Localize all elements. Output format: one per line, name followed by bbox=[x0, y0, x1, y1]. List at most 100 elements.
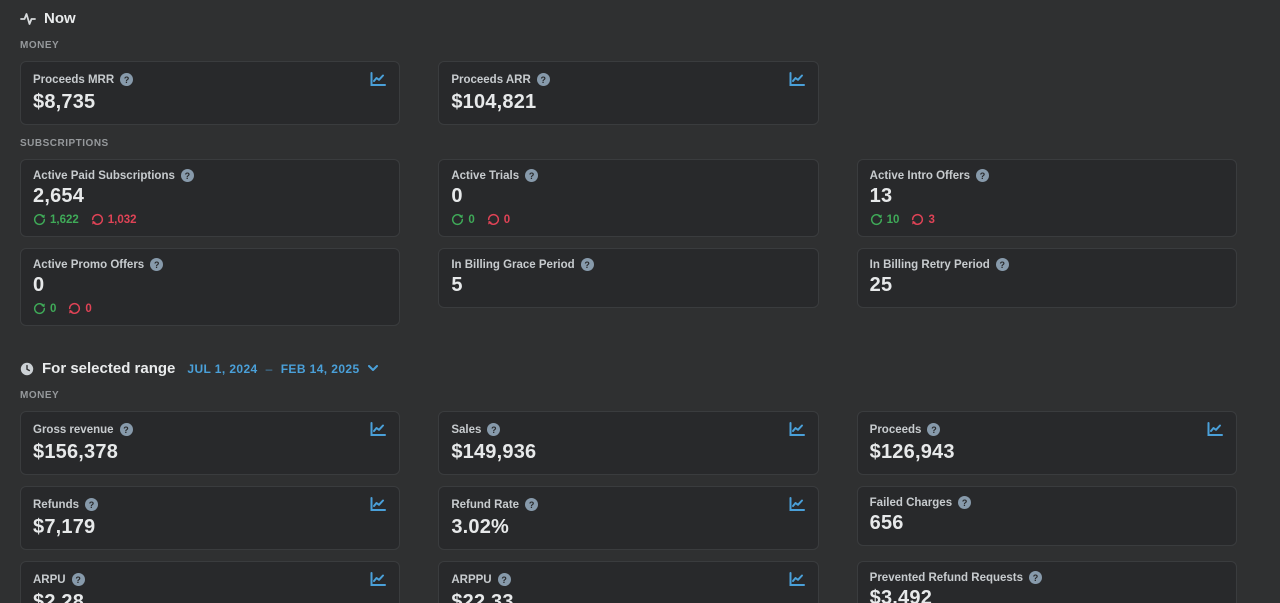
help-icon[interactable]: ? bbox=[181, 169, 194, 182]
help-icon[interactable]: ? bbox=[976, 169, 989, 182]
help-icon[interactable]: ? bbox=[958, 496, 971, 509]
help-icon[interactable]: ? bbox=[487, 423, 500, 436]
card-value: 0 bbox=[33, 274, 387, 297]
now-money-cards: Proceeds MRR ? $8,735 Proceeds ARR ? $10… bbox=[20, 61, 1237, 125]
section-label-subscriptions: SUBSCRIPTIONS bbox=[20, 138, 1237, 149]
range-section-title: For selected range bbox=[42, 360, 175, 377]
line-chart-icon bbox=[370, 422, 386, 437]
card-title: In Billing Grace Period bbox=[451, 259, 574, 271]
lost-icon bbox=[68, 302, 81, 315]
section-label-money-range: MONEY bbox=[20, 390, 1237, 401]
metric-card-active-paid-subscriptions[interactable]: Active Paid Subscriptions ? 2,654 1,622 … bbox=[20, 159, 400, 237]
help-icon[interactable]: ? bbox=[927, 423, 940, 436]
metric-card-prevented-refund-requests[interactable]: Prevented Refund Requests ? $3,492 bbox=[857, 561, 1237, 603]
substats: 1,622 1,032 bbox=[33, 213, 387, 226]
metric-card-refund-rate[interactable]: Refund Rate ? 3.02% bbox=[438, 486, 818, 550]
metric-card-refunds[interactable]: Refunds ? $7,179 bbox=[20, 486, 400, 550]
help-icon[interactable]: ? bbox=[581, 258, 594, 271]
card-value: $156,378 bbox=[33, 441, 387, 464]
line-chart-icon bbox=[789, 422, 805, 437]
card-title: Active Paid Subscriptions bbox=[33, 170, 175, 182]
now-section-title: Now bbox=[44, 10, 76, 27]
lost-stat: 3 bbox=[911, 213, 934, 226]
now-section-header: Now bbox=[20, 10, 1237, 27]
metric-card-arpu[interactable]: ARPU ? $2.28 bbox=[20, 561, 400, 603]
help-icon[interactable]: ? bbox=[120, 423, 133, 436]
help-icon[interactable]: ? bbox=[85, 498, 98, 511]
card-title: Refunds bbox=[33, 499, 79, 511]
card-value: $149,936 bbox=[451, 441, 805, 464]
date-range-selector[interactable]: JUL 1, 2024 – FEB 14, 2025 bbox=[187, 362, 377, 376]
gained-icon bbox=[451, 213, 464, 226]
card-value: 656 bbox=[870, 512, 1224, 535]
lost-stat: 0 bbox=[68, 302, 91, 315]
open-chart-button[interactable] bbox=[1206, 421, 1224, 438]
gained-stat: 1,622 bbox=[33, 213, 79, 226]
line-chart-icon bbox=[1207, 422, 1223, 437]
card-title: Proceeds MRR bbox=[33, 74, 114, 86]
card-value: 0 bbox=[451, 185, 805, 208]
range-money-cards: Gross revenue ? $156,378 Sales ? $149,93… bbox=[20, 411, 1237, 603]
card-title: Refund Rate bbox=[451, 499, 519, 511]
card-value: $22.33 bbox=[451, 591, 805, 603]
metric-card-proceeds-mrr[interactable]: Proceeds MRR ? $8,735 bbox=[20, 61, 400, 125]
metric-card-active-promo-offers[interactable]: Active Promo Offers ? 0 0 0 bbox=[20, 248, 400, 326]
metric-card-gross-revenue[interactable]: Gross revenue ? $156,378 bbox=[20, 411, 400, 475]
card-value: $8,735 bbox=[33, 91, 387, 114]
line-chart-icon bbox=[370, 72, 386, 87]
open-chart-button[interactable] bbox=[369, 496, 387, 513]
help-icon[interactable]: ? bbox=[525, 498, 538, 511]
card-title: ARPU bbox=[33, 574, 66, 586]
subscription-cards: Active Paid Subscriptions ? 2,654 1,622 … bbox=[20, 159, 1237, 326]
help-icon[interactable]: ? bbox=[498, 573, 511, 586]
metric-card-failed-charges[interactable]: Failed Charges ? 656 bbox=[857, 486, 1237, 546]
line-chart-icon bbox=[789, 497, 805, 512]
metric-card-in-billing-grace-period[interactable]: In Billing Grace Period ? 5 bbox=[438, 248, 818, 308]
range-section-header: For selected range JUL 1, 2024 – FEB 14,… bbox=[20, 360, 1237, 377]
metric-card-active-intro-offers[interactable]: Active Intro Offers ? 13 10 3 bbox=[857, 159, 1237, 237]
metric-card-sales[interactable]: Sales ? $149,936 bbox=[438, 411, 818, 475]
metric-card-proceeds-arr[interactable]: Proceeds ARR ? $104,821 bbox=[438, 61, 818, 125]
card-title: Active Intro Offers bbox=[870, 170, 970, 182]
metric-card-in-billing-retry-period[interactable]: In Billing Retry Period ? 25 bbox=[857, 248, 1237, 308]
card-value: $104,821 bbox=[451, 91, 805, 114]
gained-icon bbox=[870, 213, 883, 226]
card-value: 3.02% bbox=[451, 516, 805, 539]
help-icon[interactable]: ? bbox=[525, 169, 538, 182]
card-value: 2,654 bbox=[33, 185, 387, 208]
gained-icon bbox=[33, 302, 46, 315]
help-icon[interactable]: ? bbox=[996, 258, 1009, 271]
help-icon[interactable]: ? bbox=[537, 73, 550, 86]
open-chart-button[interactable] bbox=[369, 571, 387, 588]
help-icon[interactable]: ? bbox=[120, 73, 133, 86]
card-title: Failed Charges bbox=[870, 497, 952, 509]
help-icon[interactable]: ? bbox=[1029, 571, 1042, 584]
gained-stat: 10 bbox=[870, 213, 900, 226]
lost-icon bbox=[487, 213, 500, 226]
line-chart-icon bbox=[370, 497, 386, 512]
metric-card-arppu[interactable]: ARPPU ? $22.33 bbox=[438, 561, 818, 603]
lost-stat: 1,032 bbox=[91, 213, 137, 226]
help-icon[interactable]: ? bbox=[150, 258, 163, 271]
dashboard-page: Now MONEY Proceeds MRR ? $8,735 Proceeds… bbox=[0, 0, 1280, 603]
open-chart-button[interactable] bbox=[788, 571, 806, 588]
open-chart-button[interactable] bbox=[369, 71, 387, 88]
metric-card-active-trials[interactable]: Active Trials ? 0 0 0 bbox=[438, 159, 818, 237]
activity-icon bbox=[20, 11, 36, 27]
open-chart-button[interactable] bbox=[788, 421, 806, 438]
metric-card-proceeds[interactable]: Proceeds ? $126,943 bbox=[857, 411, 1237, 475]
help-icon[interactable]: ? bbox=[72, 573, 85, 586]
line-chart-icon bbox=[789, 572, 805, 587]
card-value: $7,179 bbox=[33, 516, 387, 539]
card-title: Proceeds bbox=[870, 424, 922, 436]
open-chart-button[interactable] bbox=[788, 496, 806, 513]
card-title: Active Trials bbox=[451, 170, 519, 182]
lost-icon bbox=[911, 213, 924, 226]
lost-stat: 0 bbox=[487, 213, 510, 226]
card-title: Prevented Refund Requests bbox=[870, 572, 1023, 584]
gained-stat: 0 bbox=[33, 302, 56, 315]
card-value: $126,943 bbox=[870, 441, 1224, 464]
open-chart-button[interactable] bbox=[369, 421, 387, 438]
open-chart-button[interactable] bbox=[788, 71, 806, 88]
card-value: 5 bbox=[451, 274, 805, 297]
